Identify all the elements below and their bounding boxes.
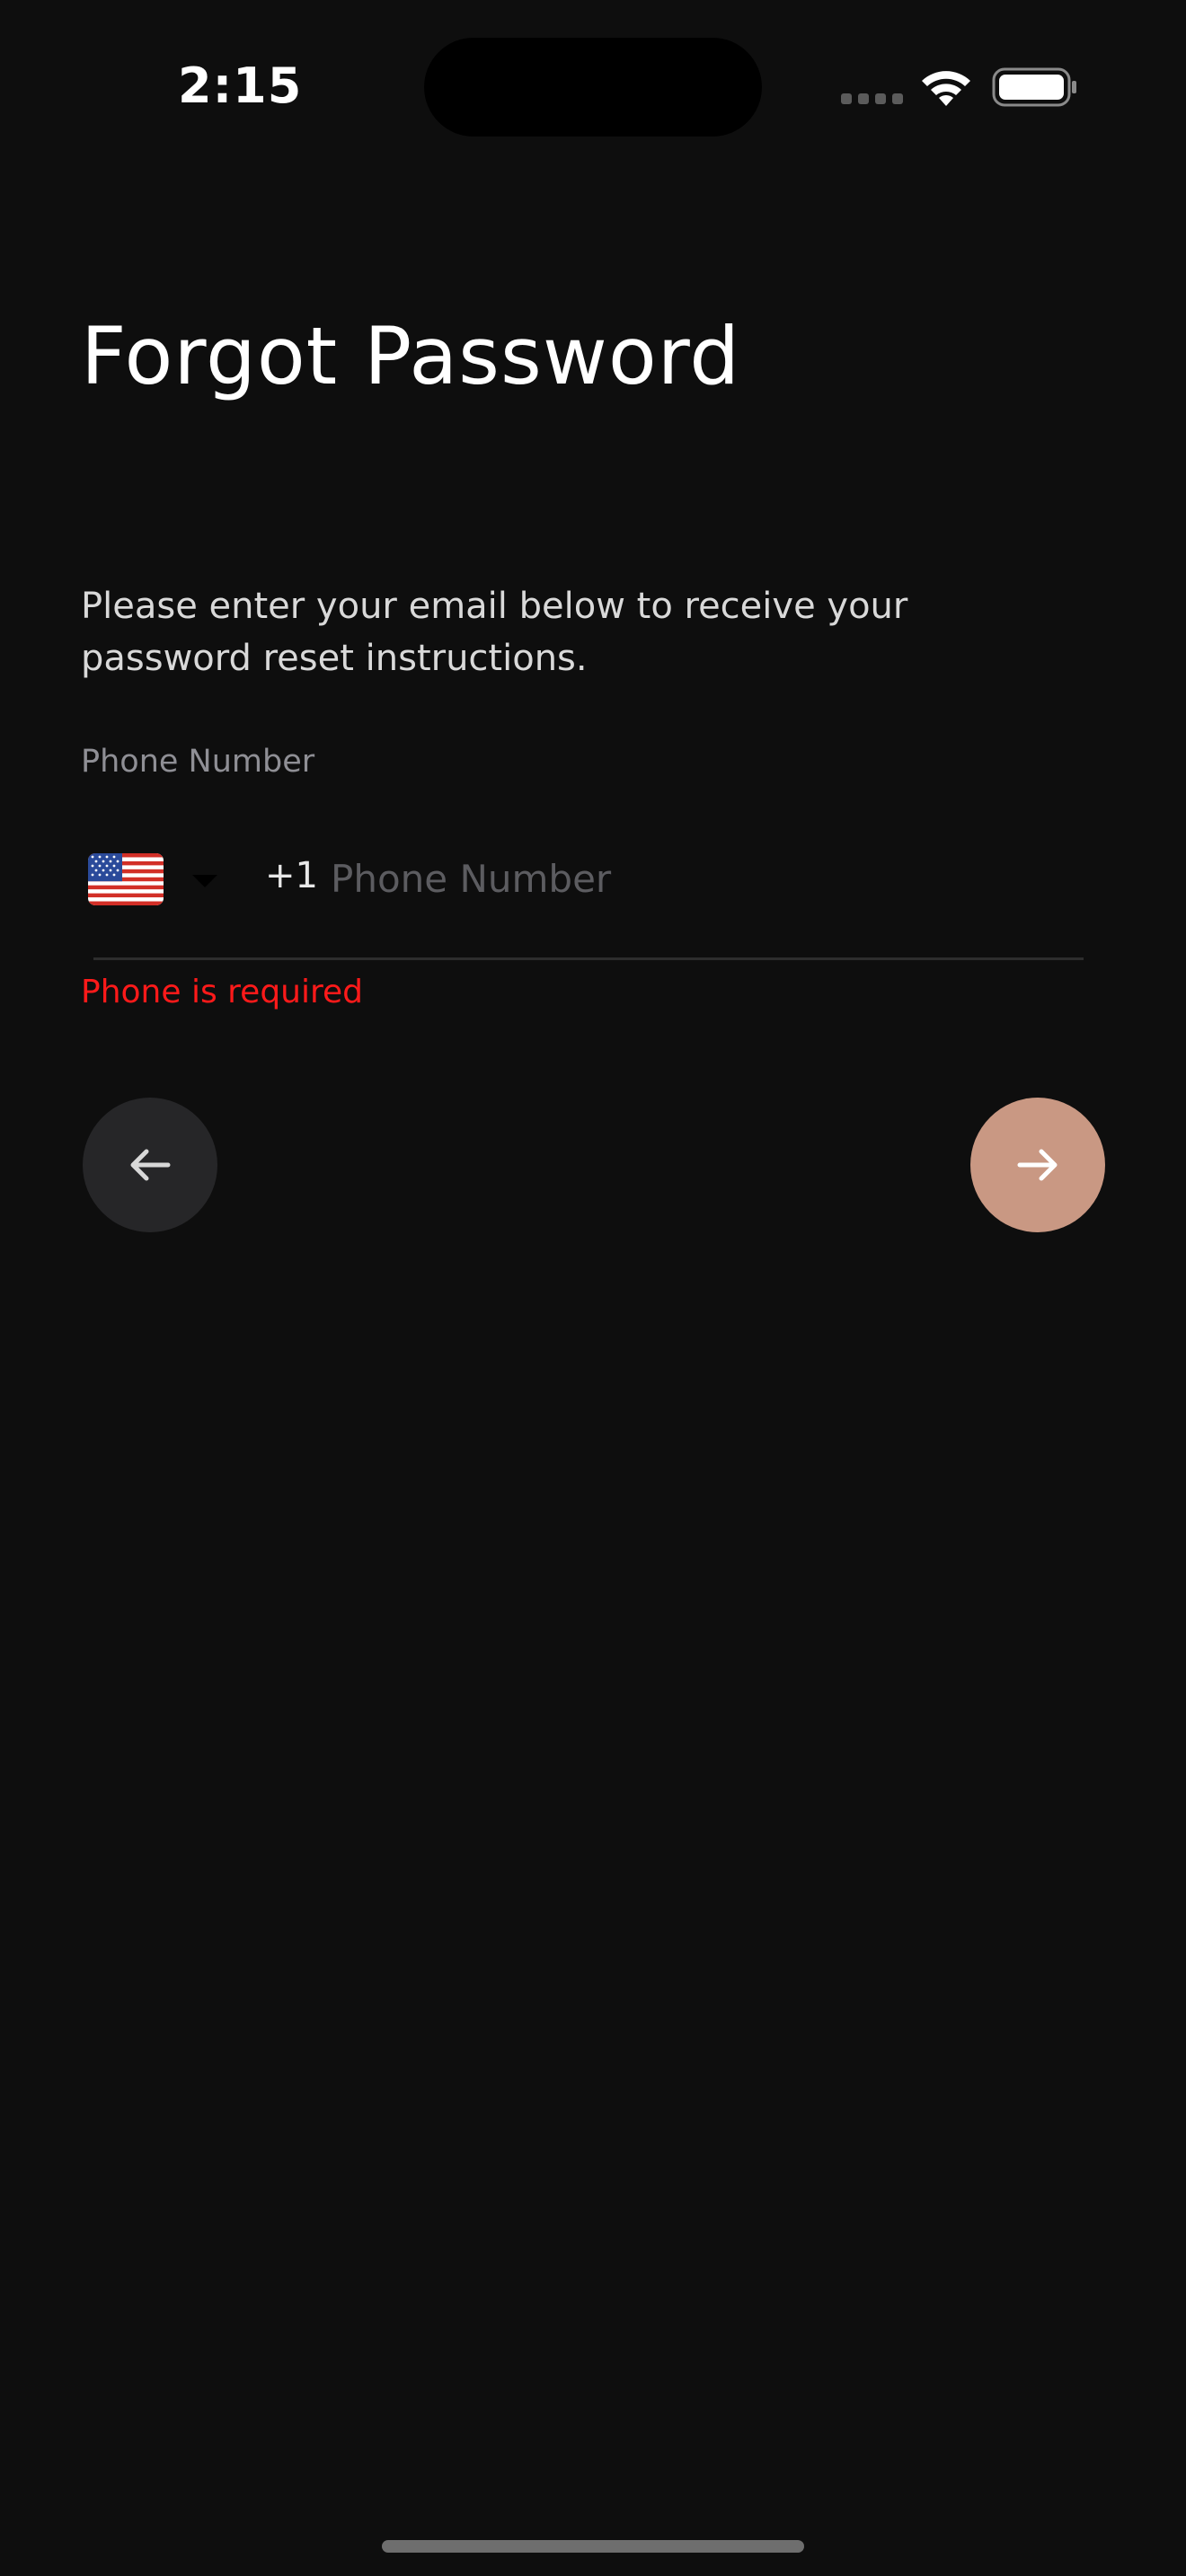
phone-number-field: +1 [81,835,1096,960]
next-button[interactable] [970,1098,1105,1232]
dynamic-island [424,38,762,137]
page-title: Forgot Password [81,310,741,402]
phone-number-input[interactable] [329,844,1067,913]
cellular-signal-icon [841,93,904,104]
phone-input-underline [93,957,1084,960]
phone-error-message: Phone is required [81,974,363,1010]
phone-field-label: Phone Number [81,744,315,780]
country-dropdown-icon[interactable] [192,875,217,887]
instructions-text: Please enter your email below to receive… [81,586,908,679]
wifi-icon [922,71,970,106]
back-button[interactable] [83,1098,217,1232]
home-indicator[interactable] [382,2540,804,2553]
us-flag-icon[interactable] [88,853,164,905]
battery-icon [992,67,1076,107]
arrow-right-icon [1017,1149,1058,1181]
status-time: 2:15 [178,57,303,114]
dial-code: +1 [265,855,318,896]
status-bar: 2:15 [0,0,1186,171]
arrow-left-icon [130,1149,171,1181]
